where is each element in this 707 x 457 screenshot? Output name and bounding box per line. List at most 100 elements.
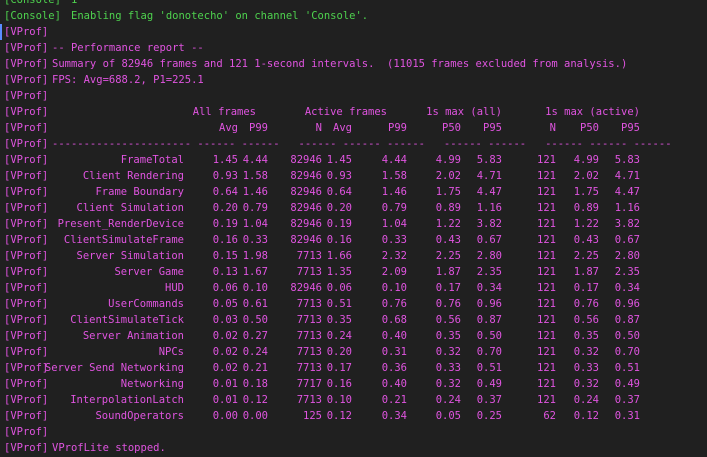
cell-value: 0.76 — [573, 298, 599, 310]
cell-value: 0.25 — [476, 410, 502, 422]
cell-value: 0.17 — [435, 282, 461, 294]
cell-value: 82946 — [290, 186, 322, 198]
column-header: P95 — [621, 122, 640, 134]
cell-value: 0.12 — [326, 410, 352, 422]
group-header: All frames — [192, 106, 256, 118]
cell-value: 0.64 — [326, 186, 352, 198]
cell-value: 0.40 — [381, 330, 407, 342]
cell-value: 0.51 — [476, 362, 502, 374]
cell-value: 0.17 — [573, 282, 599, 294]
column-header: P50 — [442, 122, 461, 134]
cell-value: 4.71 — [476, 170, 502, 182]
cell-value: 1.67 — [242, 266, 268, 278]
table-row: [VProf] SoundOperators 0.00 0.00 125 0.12 0.34… — [0, 408, 707, 424]
cell-value: 7713 — [296, 362, 322, 374]
cell-value: 0.02 — [212, 346, 238, 358]
cell-value: 2.25 — [435, 250, 461, 262]
row-name: ClientSimulateFrame — [63, 234, 184, 246]
vprof-prefix: [VProf] — [4, 282, 49, 294]
cell-value: 0.93 — [212, 170, 238, 182]
table-row: [VProf] UserCommands 0.05 0.61 7713 0.51 0.76 0… — [0, 296, 707, 312]
cell-value: 2.35 — [476, 266, 502, 278]
cell-value: 2.80 — [614, 250, 640, 262]
cell-value: 7713 — [296, 330, 322, 342]
cell-value: 82946 — [290, 202, 322, 214]
cell-value: 2.02 — [435, 170, 461, 182]
cell-value: 121 — [537, 250, 556, 262]
cell-value: 121 — [537, 282, 556, 294]
cell-value: 0.21 — [381, 394, 407, 406]
console-line-text: Enabling flag 'donotecho' on channel 'Co… — [71, 10, 369, 22]
cell-value: 0.50 — [242, 314, 268, 326]
cell-value: 1.16 — [614, 202, 640, 214]
cell-value: 0.93 — [326, 170, 352, 182]
cell-value: 0.00 — [242, 410, 268, 422]
table-row: [VProf] NPCs 0.02 0.24 7713 0.20 0.31 0.32 0.70 1… — [0, 344, 707, 360]
cell-value: 1.98 — [242, 250, 268, 262]
cell-value: 4.44 — [381, 154, 407, 166]
cell-value: 4.99 — [435, 154, 461, 166]
cell-value: 7713 — [296, 298, 322, 310]
cell-value: 0.51 — [614, 362, 640, 374]
row-name: Client Rendering — [82, 170, 184, 182]
cell-value: 0.51 — [326, 298, 352, 310]
cell-value: 1.58 — [381, 170, 407, 182]
cell-value: 121 — [537, 186, 556, 198]
cell-value: 0.64 — [212, 186, 238, 198]
cell-value: 0.79 — [381, 202, 407, 214]
cell-value: 82946 — [290, 282, 322, 294]
cell-value: 0.33 — [435, 362, 461, 374]
table-row: [VProf] FrameTotal 1.45 4.44 82946 1.45 4.44 4.… — [0, 152, 707, 168]
vprof-line: [VProf] VProfLite stopped. — [0, 440, 707, 456]
column-header: N — [315, 122, 322, 134]
cell-value: 0.37 — [476, 394, 502, 406]
table-row: [VProf] HUD 0.06 0.10 82946 0.06 0.10 0.17 0.34 1… — [0, 280, 707, 296]
separator-text: ---------------------- ------ ------ ---… — [52, 138, 672, 150]
cell-value: 5.83 — [476, 154, 502, 166]
cell-value: 0.61 — [242, 298, 268, 310]
cell-value: 0.00 — [212, 410, 238, 422]
table-row: [VProf] Present_RenderDevice 0.19 1.04 82946… — [0, 216, 707, 232]
console-line-text: 1 — [71, 0, 78, 6]
cell-value: 0.31 — [381, 346, 407, 358]
cell-value: 1.16 — [476, 202, 502, 214]
table-row: [VProf] Server Send Networking 0.02 0.21 771… — [0, 360, 707, 376]
cell-value: 121 — [537, 330, 556, 342]
selection-marker — [0, 24, 2, 40]
table-row: [VProf] Networking 0.01 0.18 7717 0.16 0.40 0.3… — [0, 376, 707, 392]
cell-value: 2.02 — [573, 170, 599, 182]
vprof-prefix: [VProf] — [4, 378, 49, 390]
table-row: [VProf] Frame Boundary 0.64 1.46 82946 0.64 1.… — [0, 184, 707, 200]
cell-value: 1.04 — [242, 218, 268, 230]
group-header: 1s max (active) — [545, 106, 640, 118]
cell-value: 0.10 — [326, 394, 352, 406]
cell-value: 0.87 — [476, 314, 502, 326]
cell-value: 0.06 — [212, 282, 238, 294]
cell-value: 0.37 — [614, 394, 640, 406]
column-header: P95 — [483, 122, 502, 134]
cell-value: 1.22 — [573, 218, 599, 230]
vprof-line: [VProf] Summary of 82946 frames and 121 1… — [0, 56, 707, 72]
cell-value: 0.35 — [326, 314, 352, 326]
cell-value: 3.82 — [614, 218, 640, 230]
cell-value: 3.82 — [476, 218, 502, 230]
cell-value: 0.79 — [242, 202, 268, 214]
cell-value: 0.56 — [573, 314, 599, 326]
cell-value: 0.16 — [326, 378, 352, 390]
cell-value: 0.10 — [242, 282, 268, 294]
cell-value: 0.96 — [614, 298, 640, 310]
vprof-line: [VProf] -- Performance report -- — [0, 40, 707, 56]
cell-value: 121 — [537, 234, 556, 246]
cell-value: 0.01 — [212, 378, 238, 390]
vprof-prefix: [VProf] — [4, 42, 49, 54]
cell-value: 1.66 — [326, 250, 352, 262]
vprof-prefix: [VProf] — [4, 346, 49, 358]
cell-value: 82946 — [290, 154, 322, 166]
vprof-prefix: [VProf] — [4, 74, 49, 86]
cell-value: 0.17 — [326, 362, 352, 374]
cell-value: 0.70 — [614, 346, 640, 358]
row-name: Client Simulation — [76, 202, 184, 214]
table-row: [VProf] Client Rendering 0.93 1.58 82946 0.93… — [0, 168, 707, 184]
row-name: InterpolationLatch — [70, 394, 184, 406]
cell-value: 0.43 — [435, 234, 461, 246]
